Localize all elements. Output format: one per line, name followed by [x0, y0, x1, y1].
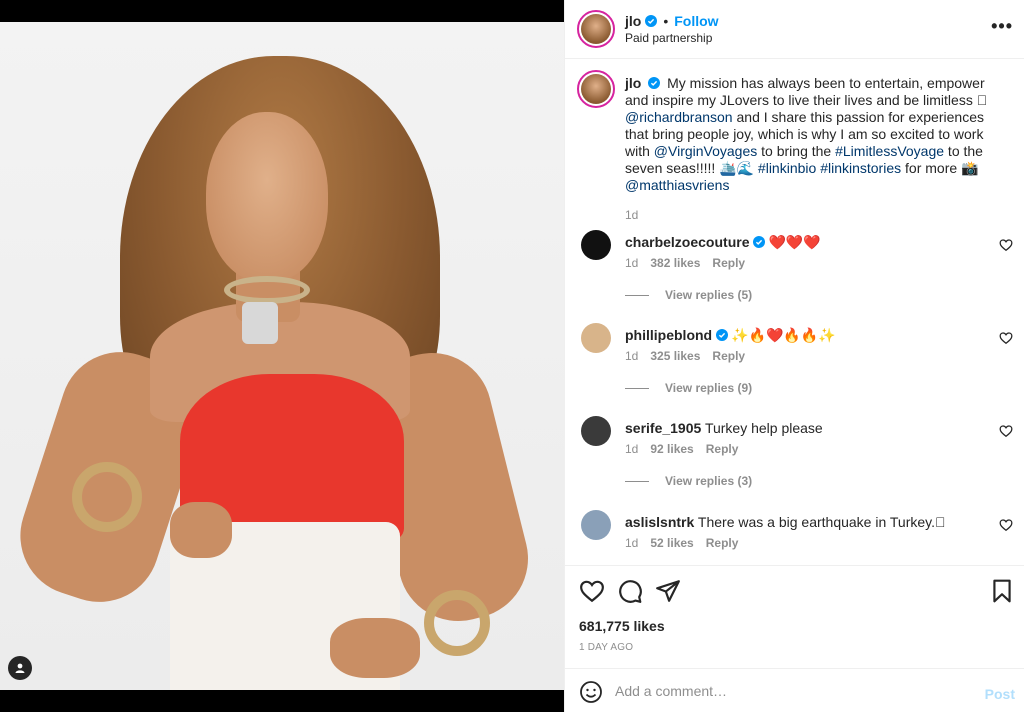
photo-face	[206, 112, 328, 282]
reply-button[interactable]: Reply	[712, 256, 745, 270]
reply-button[interactable]: Reply	[712, 349, 745, 363]
comment-meta: 1d 382 likes Reply	[625, 256, 745, 270]
commenter-avatar[interactable]	[581, 416, 611, 446]
comment-time[interactable]: 1d	[625, 536, 638, 550]
photo-necklace	[224, 276, 310, 304]
commenter-username[interactable]: charbelzoecouture	[625, 234, 749, 250]
author-username[interactable]: jlo	[625, 13, 641, 29]
verified-badge-icon	[648, 77, 661, 89]
comment-item: aslislsntrk There was a big earthquake i…	[577, 510, 1013, 564]
share-paper-plane-icon[interactable]	[655, 578, 681, 604]
comment-meta: 1d 92 likes Reply	[625, 442, 738, 456]
post-photo[interactable]	[0, 22, 564, 690]
view-replies-button[interactable]: View replies (3)	[625, 474, 752, 488]
verified-badge-icon	[645, 15, 658, 27]
author-avatar[interactable]	[577, 10, 615, 48]
comment-body: phillipeblond ✨🔥❤️🔥🔥✨	[625, 326, 985, 344]
save-bookmark-icon[interactable]	[989, 578, 1015, 604]
caption-link[interactable]: @VirginVoyages	[654, 143, 757, 159]
commenter-username[interactable]: phillipeblond	[625, 327, 712, 343]
commenter-username[interactable]: serife_1905	[625, 420, 701, 436]
post-actions: 681,775 likes 1 DAY AGO	[565, 565, 1024, 668]
paid-partnership-label[interactable]: Paid partnership	[625, 31, 712, 45]
photo-anchor-pendant	[242, 302, 278, 344]
comment-like-heart-icon[interactable]	[999, 331, 1013, 345]
verified-badge-icon	[753, 236, 766, 248]
post-modal: jlo • Follow Paid partnership ••• jlo My…	[0, 0, 1024, 712]
caption-text-segment: My mission has always been to entertain,…	[625, 75, 988, 108]
caption-link[interactable]: @richardbranson	[625, 109, 733, 125]
caption-author-avatar[interactable]	[577, 70, 615, 108]
post-panel: jlo • Follow Paid partnership ••• jlo My…	[564, 0, 1024, 712]
caption-text-segment: to bring the	[757, 143, 836, 159]
comment-meta: 1d 52 likes Reply	[625, 536, 738, 550]
verified-badge-icon	[716, 329, 729, 341]
comment-likes[interactable]: 382 likes	[650, 256, 700, 270]
view-replies-label[interactable]: View replies (3)	[665, 474, 752, 488]
comment-item: phillipeblond ✨🔥❤️🔥🔥✨ 1d 325 likes Reply View…	[577, 323, 1013, 413]
photo-hand-right	[330, 618, 420, 678]
commenter-username[interactable]: aslislsntrk	[625, 514, 694, 530]
comment-like-heart-icon[interactable]	[999, 518, 1013, 532]
post-comment-button[interactable]: Post	[985, 686, 1015, 702]
like-heart-icon[interactable]	[579, 578, 605, 604]
caption-username[interactable]: jlo	[625, 75, 641, 91]
photo-bracelet-right	[424, 590, 490, 656]
post-header: jlo • Follow Paid partnership •••	[565, 0, 1024, 59]
caption-link[interactable]: #LimitlessVoyage	[835, 143, 944, 159]
add-comment-bar: Post	[565, 668, 1024, 712]
photo-hand-left	[170, 502, 232, 558]
caption-text-segment: for more 📸	[901, 160, 979, 176]
replies-divider-line	[625, 480, 649, 482]
caption-time[interactable]: 1d	[625, 208, 638, 222]
comment-text: ✨🔥❤️🔥🔥✨	[731, 327, 836, 343]
comment-body: charbelzoecouture ❤️❤️❤️	[625, 233, 985, 251]
replies-divider-line	[625, 294, 649, 296]
comment-bubble-icon[interactable]	[617, 578, 643, 604]
comment-time[interactable]: 1d	[625, 349, 638, 363]
view-replies-label[interactable]: View replies (9)	[665, 381, 752, 395]
comment-text: There was a big earthquake in Turkey.🏻	[697, 514, 946, 530]
comment-likes[interactable]: 52 likes	[650, 536, 693, 550]
tagged-user-icon[interactable]	[8, 656, 32, 680]
add-comment-input[interactable]	[615, 679, 955, 703]
comment-text: ❤️❤️❤️	[768, 234, 821, 250]
caption-text: jlo My mission has always been to entert…	[625, 75, 1011, 194]
comment-text: Turkey help please	[704, 420, 823, 436]
post-media	[0, 0, 564, 712]
reply-button[interactable]: Reply	[706, 442, 739, 456]
comment-meta: 1d 325 likes Reply	[625, 349, 745, 363]
reply-button[interactable]: Reply	[706, 536, 739, 550]
more-options-icon[interactable]: •••	[991, 16, 1013, 37]
header-separator: •	[663, 13, 669, 29]
view-replies-button[interactable]: View replies (5)	[625, 288, 752, 302]
likes-count[interactable]: 681,775 likes	[579, 618, 665, 634]
author-line: jlo • Follow	[625, 13, 719, 29]
comment-item: charbelzoecouture ❤️❤️❤️ 1d 382 likes Reply V…	[577, 230, 1013, 320]
comment-body: aslislsntrk There was a big earthquake i…	[625, 513, 985, 531]
caption-link[interactable]: #linkinstories	[820, 160, 901, 176]
comment-time[interactable]: 1d	[625, 442, 638, 456]
comment-item: serife_1905 Turkey help please 1d 92 likes…	[577, 416, 1013, 506]
commenter-avatar[interactable]	[581, 510, 611, 540]
photo-bracelet-left	[72, 462, 142, 532]
comment-likes[interactable]: 325 likes	[650, 349, 700, 363]
emoji-smiley-icon[interactable]	[579, 680, 603, 704]
commenter-avatar[interactable]	[581, 230, 611, 260]
comment-likes[interactable]: 92 likes	[650, 442, 693, 456]
post-timestamp[interactable]: 1 DAY AGO	[579, 642, 633, 653]
comment-time[interactable]: 1d	[625, 256, 638, 270]
view-replies-label[interactable]: View replies (5)	[665, 288, 752, 302]
caption-link[interactable]: @matthiasvriens	[625, 177, 729, 193]
caption-link[interactable]: #linkinbio	[758, 160, 816, 176]
comment-body: serife_1905 Turkey help please	[625, 419, 985, 437]
commenter-avatar[interactable]	[581, 323, 611, 353]
replies-divider-line	[625, 387, 649, 389]
view-replies-button[interactable]: View replies (9)	[625, 381, 752, 395]
comment-like-heart-icon[interactable]	[999, 238, 1013, 252]
follow-button[interactable]: Follow	[674, 13, 718, 29]
comment-like-heart-icon[interactable]	[999, 424, 1013, 438]
comments-scroll-area[interactable]: jlo My mission has always been to entert…	[565, 60, 1024, 564]
caption-body: My mission has always been to entertain,…	[625, 75, 987, 193]
